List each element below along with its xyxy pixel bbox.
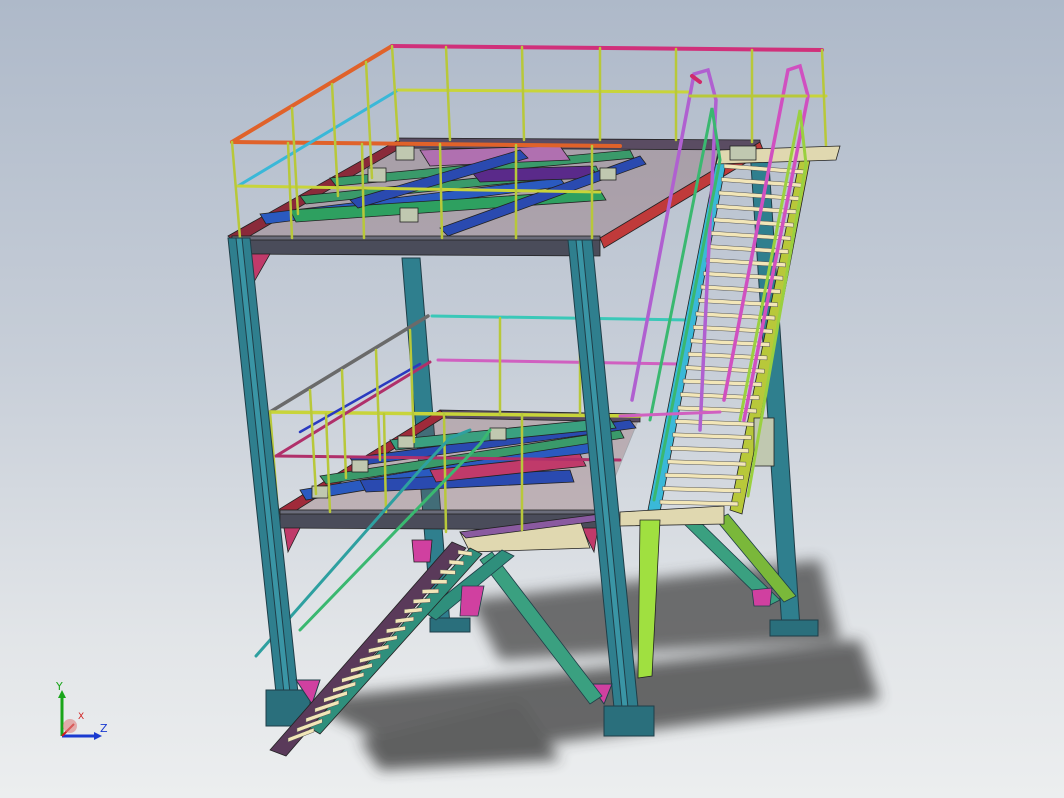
stair-tread	[667, 459, 747, 467]
stair-tread	[439, 569, 456, 575]
stair-tread	[413, 598, 431, 604]
stair-tread	[664, 472, 744, 480]
steel-platform-model[interactable]	[0, 0, 1064, 798]
stair-tread	[659, 499, 739, 507]
origin-marker	[63, 719, 77, 733]
y-axis-label: Y	[56, 680, 63, 693]
stair-tread	[430, 579, 448, 585]
cad-viewport[interactable]: Y X Z	[0, 0, 1064, 798]
z-axis-label: Z	[100, 722, 108, 735]
stair-tread	[662, 486, 741, 493]
x-axis-label: X	[78, 712, 85, 722]
lower-deck	[276, 409, 641, 554]
stair-tread	[672, 432, 752, 440]
stair-tread	[421, 588, 439, 594]
upper-deck	[226, 137, 765, 284]
stair-tread	[669, 445, 749, 454]
stair-tread	[675, 419, 755, 427]
